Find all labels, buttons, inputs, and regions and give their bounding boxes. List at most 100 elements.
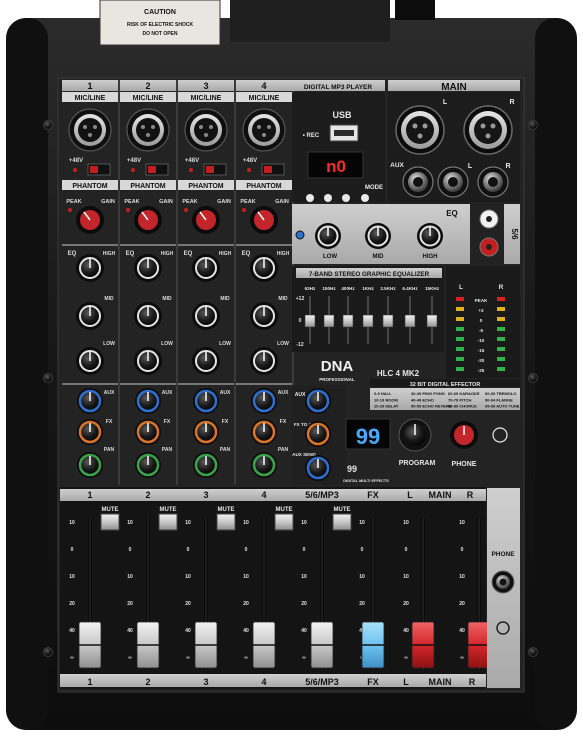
mixer-photo: CAUTION RISK OF ELECTRIC SHOCK DO NOT OPEN… xyxy=(0,0,583,734)
fader-scale-label: 10 xyxy=(403,574,409,580)
fader-scale-label: 0 xyxy=(303,547,306,553)
fader-scale-label: 20 xyxy=(459,601,465,607)
effector-title: 32 BIT DIGITAL EFFECTOR xyxy=(410,382,481,388)
xlr-pin xyxy=(257,125,261,129)
xlr-pin xyxy=(88,133,92,137)
fader-scale-label: 40 xyxy=(127,628,133,634)
meter-led-right xyxy=(497,357,505,361)
meter-led-right xyxy=(497,347,505,351)
screw xyxy=(528,647,538,657)
fader-bottom-label: 5/6/MP3 xyxy=(305,677,339,687)
fader-scale-label: 0 xyxy=(71,547,74,553)
fader-scale-label: 10 xyxy=(459,520,465,526)
plus48-label: +48V xyxy=(243,158,257,164)
xlr-pin xyxy=(141,125,145,129)
rec-label: • REC xyxy=(303,133,320,139)
channel-input-label: MIC/LINE xyxy=(75,95,106,102)
fader-scale-label: 10 xyxy=(403,520,409,526)
fader-scale-label: 40 xyxy=(459,628,465,634)
xlr-pin xyxy=(480,123,486,129)
fx-label: FX xyxy=(106,419,113,425)
graphic-eq-slider-cap xyxy=(426,314,438,328)
fader-top-label: 4 xyxy=(261,490,266,500)
channel-number: 1 xyxy=(87,81,92,91)
effector-preset: 50-59 ECHO REVERB xyxy=(411,404,452,409)
mute-button xyxy=(332,513,352,531)
screw xyxy=(43,647,53,657)
combo-jack-center xyxy=(78,118,102,142)
fader-top-label: 1 xyxy=(87,490,92,500)
meter-led-left xyxy=(456,347,464,351)
effector-preset: 80-89 CHORUS xyxy=(448,404,477,409)
xlr-pin xyxy=(422,123,428,129)
effector-preset: 20-29 DELAY xyxy=(374,404,399,409)
mute-button xyxy=(274,513,294,531)
ch56-mid-label: MID xyxy=(373,254,385,260)
meter-led-right xyxy=(497,367,505,371)
caution-title: CAUTION xyxy=(144,9,176,16)
meter-scale-label: PEAK xyxy=(475,298,488,303)
aux-l-label: L xyxy=(468,163,473,170)
main-fader-bottom-label: MAIN xyxy=(429,677,452,687)
phantom-label: PHANTOM xyxy=(72,183,107,190)
fader-bottom-label: L xyxy=(403,677,409,687)
xlr-pin xyxy=(146,133,150,137)
phantom-switch-red xyxy=(90,166,98,173)
fader-scale-label: 40 xyxy=(69,628,75,634)
channel-number: 4 xyxy=(261,81,266,91)
main-title: MAIN xyxy=(441,82,467,93)
player-button xyxy=(361,194,369,202)
fader-scale-label: 10 xyxy=(359,574,365,580)
graphic-eq-slider-cap xyxy=(342,314,354,328)
graphic-eq-scale-label: +12 xyxy=(296,296,305,302)
effector-preset: 60-69 KARAOKE xyxy=(448,391,480,396)
fader-scale-label: 40 xyxy=(403,628,409,634)
phantom-led xyxy=(189,168,193,172)
brand-sub: PROFESSIONAL xyxy=(319,377,355,382)
fader-scale-label: ∞ xyxy=(244,655,248,661)
fader-scale-label: 0 xyxy=(361,547,364,553)
fx-label: FX xyxy=(280,419,287,425)
fader-scale-label: 10 xyxy=(127,520,133,526)
strip-divider xyxy=(120,383,176,385)
low-label: LOW xyxy=(219,341,231,347)
dsp-label: 99 xyxy=(347,464,357,474)
fader-top-label: 5/6/MP3 xyxy=(305,490,339,500)
channel-input-label: MIC/LINE xyxy=(133,95,164,102)
usb-slot xyxy=(334,130,354,136)
graphic-eq-slider-cap xyxy=(362,314,374,328)
aux-label: AUX xyxy=(162,390,173,396)
fader-bottom-label: 4 xyxy=(261,677,266,687)
player-display-text: n0 xyxy=(326,157,346,176)
player-title: DIGITAL MP3 PLAYER xyxy=(304,84,372,91)
low-label: LOW xyxy=(277,341,289,347)
fader-scale-label: 20 xyxy=(69,601,75,607)
channel-separator xyxy=(118,80,120,485)
mid-label: MID xyxy=(104,296,114,302)
strip-divider xyxy=(178,244,234,246)
graphic-eq-band-label: 63Hz xyxy=(305,286,316,291)
strip-divider xyxy=(236,383,292,385)
strip-divider xyxy=(236,244,292,246)
channel-separator xyxy=(176,80,178,485)
channel-number: 2 xyxy=(145,81,150,91)
fader-scale-label: 10 xyxy=(301,574,307,580)
aux-label: AUX xyxy=(104,390,115,396)
graphic-eq-slider-cap xyxy=(382,314,394,328)
phantom-switch-red xyxy=(264,166,272,173)
fader-scale-label: 0 xyxy=(405,547,408,553)
meter-led-left xyxy=(456,307,464,311)
mute-button xyxy=(216,513,236,531)
effector-preset: 10-19 ROOM xyxy=(374,397,398,402)
meter-scale-label: -25 xyxy=(478,368,485,373)
effector-preset: 30-39 PING PONG xyxy=(411,391,445,396)
rca-center xyxy=(486,216,492,222)
fader-scale-label: ∞ xyxy=(404,655,408,661)
aux-r-label: R xyxy=(505,163,510,170)
phantom-label: PHANTOM xyxy=(246,183,281,190)
high-label: HIGH xyxy=(161,251,174,257)
main-xlr-center xyxy=(474,116,502,144)
meter-l-label: L xyxy=(459,284,463,291)
graphic-eq-scale-label: 0 xyxy=(299,318,302,324)
phone-level-label: PHONE xyxy=(452,461,477,468)
